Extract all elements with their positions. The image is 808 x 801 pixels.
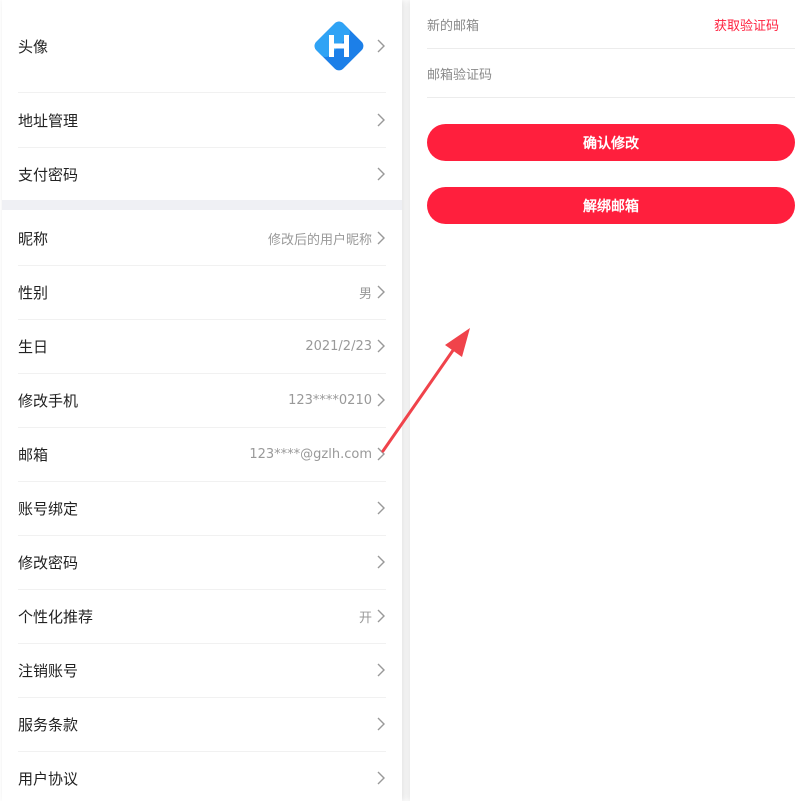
profile-settings-panel: 头像 地址管理 支付密码 昵称 修改后的用户昵称 性别 男 生日 2021/2/… xyxy=(2,0,402,801)
chevron-right-icon xyxy=(377,231,385,245)
settings-row-label: 邮箱 xyxy=(18,445,49,464)
settings-row-email[interactable]: 邮箱 123****@gzlh.com xyxy=(18,427,386,482)
chevron-right-icon xyxy=(377,339,385,353)
settings-row-personalized-recommendation[interactable]: 个性化推荐 开 xyxy=(18,589,386,644)
settings-row-label: 个性化推荐 xyxy=(18,607,94,626)
chevron-right-icon xyxy=(377,609,385,623)
unbind-email-button[interactable]: 解绑邮箱 xyxy=(427,187,795,224)
settings-row-account-binding[interactable]: 账号绑定 xyxy=(18,481,386,536)
chevron-right-icon xyxy=(377,663,385,677)
chevron-right-icon xyxy=(377,447,385,461)
chevron-right-icon xyxy=(377,167,385,181)
chevron-right-icon xyxy=(377,39,385,53)
settings-row-label: 注销账号 xyxy=(18,661,79,680)
settings-row-terms-of-service[interactable]: 服务条款 xyxy=(18,697,386,752)
settings-row-nickname[interactable]: 昵称 修改后的用户昵称 xyxy=(18,211,386,266)
chevron-right-icon xyxy=(377,285,385,299)
settings-row-label: 账号绑定 xyxy=(18,499,79,518)
settings-row-label: 用户协议 xyxy=(18,769,79,788)
settings-row-value: 开 xyxy=(358,610,372,626)
settings-row-value: 2021/2/23 xyxy=(305,338,372,354)
email-code-field[interactable]: 邮箱验证码 xyxy=(427,49,795,98)
settings-row-label: 修改密码 xyxy=(18,553,79,572)
settings-row-user-agreement[interactable]: 用户协议 xyxy=(18,751,386,801)
avatar-row[interactable]: 头像 xyxy=(18,0,386,93)
confirm-change-button[interactable]: 确认修改 xyxy=(427,124,795,161)
chevron-right-icon xyxy=(377,771,385,785)
chevron-right-icon xyxy=(377,555,385,569)
settings-row-label: 支付密码 xyxy=(18,165,79,184)
settings-row-cancel-account[interactable]: 注销账号 xyxy=(18,643,386,698)
settings-row-value: 修改后的用户昵称 xyxy=(267,232,372,248)
settings-row-label: 服务条款 xyxy=(18,715,79,734)
settings-row-label: 修改手机 xyxy=(18,391,79,410)
settings-row-birthday[interactable]: 生日 2021/2/23 xyxy=(18,319,386,374)
settings-row-change-password[interactable]: 修改密码 xyxy=(18,535,386,590)
email-change-panel: 新的邮箱 获取验证码 邮箱验证码 确认修改 解绑邮箱 xyxy=(410,0,808,801)
settings-row-label: 生日 xyxy=(18,337,49,356)
settings-row-value: 123****@gzlh.com xyxy=(249,446,372,462)
app-logo-icon xyxy=(310,17,368,75)
settings-row-phone[interactable]: 修改手机 123****0210 xyxy=(18,373,386,428)
chevron-right-icon xyxy=(377,393,385,407)
chevron-right-icon xyxy=(377,501,385,515)
section-divider xyxy=(2,200,402,210)
settings-row-gender[interactable]: 性别 男 xyxy=(18,265,386,320)
get-code-button[interactable]: 获取验证码 xyxy=(714,15,779,34)
avatar-label: 头像 xyxy=(18,37,49,56)
chevron-right-icon xyxy=(377,113,385,127)
settings-row-label: 昵称 xyxy=(18,229,49,248)
new-email-placeholder[interactable]: 新的邮箱 xyxy=(427,15,479,34)
email-code-placeholder[interactable]: 邮箱验证码 xyxy=(427,64,492,83)
settings-row-label: 性别 xyxy=(18,283,49,302)
settings-row-address[interactable]: 地址管理 xyxy=(18,93,386,148)
settings-row-value: 男 xyxy=(358,286,372,302)
new-email-field[interactable]: 新的邮箱 获取验证码 xyxy=(427,0,795,49)
settings-row-label: 地址管理 xyxy=(18,111,79,130)
settings-row-pay-password[interactable]: 支付密码 xyxy=(18,147,386,201)
settings-row-value: 123****0210 xyxy=(288,392,372,408)
chevron-right-icon xyxy=(377,717,385,731)
